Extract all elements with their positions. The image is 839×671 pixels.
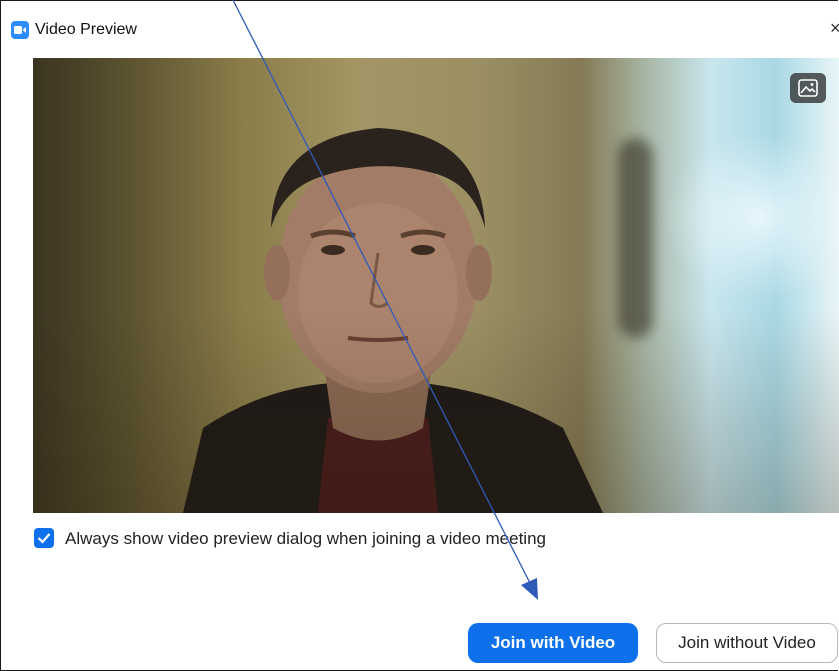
join-with-video-button[interactable]: Join with Video bbox=[468, 623, 638, 663]
join-without-video-button[interactable]: Join without Video bbox=[656, 623, 838, 663]
close-icon[interactable]: × bbox=[830, 18, 839, 38]
image-icon bbox=[798, 79, 818, 97]
checkmark-icon bbox=[37, 533, 51, 544]
video-vignette bbox=[33, 58, 839, 513]
background-image-button[interactable] bbox=[790, 73, 826, 103]
always-show-preview-label[interactable]: Always show video preview dialog when jo… bbox=[65, 528, 546, 550]
video-preview-dialog: Video Preview × Always show video previe… bbox=[0, 0, 839, 671]
always-show-preview-checkbox[interactable] bbox=[34, 528, 54, 548]
window-title: Video Preview bbox=[35, 21, 137, 38]
title-bar: Video Preview × bbox=[1, 1, 839, 39]
zoom-camera-icon bbox=[11, 21, 29, 39]
video-preview bbox=[33, 58, 839, 513]
